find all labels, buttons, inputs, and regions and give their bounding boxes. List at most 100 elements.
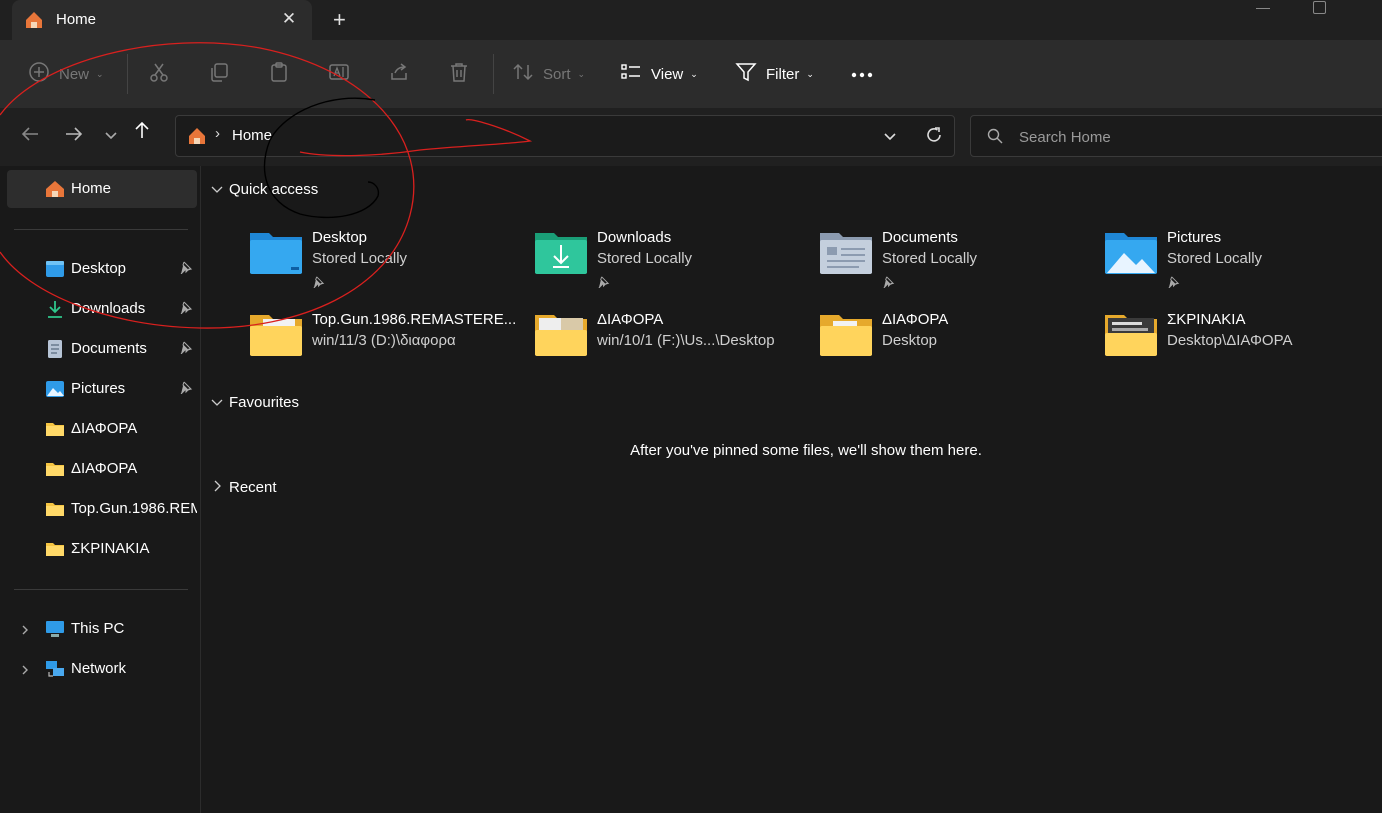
sidebar-item-pictures[interactable]: Pictures [7, 370, 197, 408]
content-pane: Quick access Desktop Stored Locally Down… [201, 166, 1382, 813]
filter-button-label: Filter [766, 65, 800, 83]
tile-skrinakia[interactable]: ΣΚΡΙΝΑΚΙΑ Desktop\ΔΙΑΦΟΡΑ [1104, 311, 1374, 383]
navigation-pane: Home Desktop Downloads Documents Picture… [0, 166, 201, 813]
quick-access-header[interactable]: Quick access [211, 181, 318, 198]
pin-icon[interactable] [179, 260, 193, 278]
maximize-button[interactable] [1313, 1, 1326, 14]
copy-button[interactable] [208, 40, 230, 108]
toolbar-divider [127, 54, 128, 94]
tile-location: Desktop [882, 332, 938, 349]
tile-location: Stored Locally [597, 250, 693, 267]
folder-icon [249, 313, 303, 361]
chevron-down-icon [211, 394, 223, 411]
chevron-down-icon[interactable] [883, 129, 897, 146]
folder-icon [45, 500, 65, 518]
desktop-icon [45, 260, 65, 278]
sidebar-item-this-pc[interactable]: This PC [7, 610, 197, 648]
title-bar: Home ✕ + [0, 0, 1382, 40]
breadcrumb-home[interactable]: Home [232, 127, 272, 144]
pictures-icon [45, 380, 65, 398]
sort-icon [512, 61, 534, 87]
refresh-icon[interactable] [924, 125, 944, 149]
tile-diafora-f[interactable]: ΔΙΑΦΟΡΑ win/10/1 (F:)\Us...\Desktop [534, 311, 804, 383]
folder-icon [45, 460, 65, 478]
new-tab-button[interactable]: + [333, 7, 346, 33]
up-arrow-icon[interactable] [132, 120, 152, 144]
sidebar-item-downloads[interactable]: Downloads [7, 290, 197, 328]
window-close-button[interactable] [1372, 2, 1382, 12]
sidebar-item-home[interactable]: Home [7, 170, 197, 208]
sidebar-item-top-gun[interactable]: Top.Gun.1986.REMASTERED [7, 490, 197, 528]
trash-icon [448, 61, 470, 87]
sort-button[interactable]: Sort ⌄ [512, 40, 585, 108]
share-button[interactable] [388, 40, 410, 108]
sidebar-item-desktop[interactable]: Desktop [7, 250, 197, 288]
tile-location: win/10/1 (F:)\Us...\Desktop [597, 332, 775, 349]
chevron-right-icon[interactable] [21, 663, 29, 680]
sidebar-item-skrinakia[interactable]: ΣΚΡΙΝΑΚΙΑ [7, 530, 197, 568]
plus-circle-icon [28, 61, 50, 87]
recent-header[interactable]: Recent [211, 479, 277, 496]
paste-button[interactable] [268, 40, 290, 108]
tile-location: win/11/3 (D:)\διαφορα [312, 332, 456, 349]
new-button[interactable]: New ⌄ [28, 40, 104, 108]
pin-icon [882, 275, 895, 292]
pin-icon [312, 275, 325, 292]
close-icon[interactable]: ✕ [278, 8, 300, 30]
tile-pictures[interactable]: Pictures Stored Locally [1104, 229, 1374, 301]
minimize-button[interactable] [1256, 8, 1270, 9]
tile-location: Stored Locally [312, 250, 408, 267]
tile-top-gun[interactable]: Top.Gun.1986.REMASTERE... win/11/3 (D:)\… [249, 311, 519, 383]
tile-location: Stored Locally [882, 250, 978, 267]
search-input[interactable] [1017, 125, 1361, 149]
network-icon [45, 660, 65, 678]
back-arrow-icon[interactable] [20, 124, 40, 148]
share-icon [388, 61, 410, 87]
filter-icon [735, 61, 757, 87]
folder-icon [534, 313, 588, 361]
recent-locations-chevron-icon[interactable] [104, 128, 118, 145]
tile-name: Pictures [1167, 229, 1222, 246]
tile-documents[interactable]: Documents Stored Locally [819, 229, 1089, 301]
chevron-right-icon[interactable] [21, 623, 29, 640]
favourites-header[interactable]: Favourites [211, 394, 299, 411]
chevron-right-icon [211, 479, 223, 496]
tile-name: ΔΙΑΦΟΡΑ [597, 311, 664, 328]
address-bar[interactable]: › Home [175, 115, 955, 157]
copy-icon [208, 61, 230, 87]
tab-home[interactable]: Home ✕ [12, 0, 312, 40]
sidebar-item-network[interactable]: Network [7, 650, 197, 688]
sidebar-item-label: Top.Gun.1986.REMASTERED [71, 500, 197, 517]
delete-button[interactable] [448, 40, 470, 108]
home-icon [24, 10, 44, 34]
filter-button[interactable]: Filter ⌄ [735, 40, 814, 108]
pin-icon[interactable] [179, 340, 193, 358]
chevron-down-icon [211, 181, 223, 198]
sidebar-item-documents[interactable]: Documents [7, 330, 197, 368]
tile-desktop[interactable]: Desktop Stored Locally [249, 229, 519, 301]
sidebar-item-label: ΔΙΑΦΟΡΑ [71, 460, 138, 477]
forward-arrow-icon[interactable] [64, 124, 84, 148]
documents-folder-icon [819, 231, 873, 279]
section-title: Favourites [229, 394, 300, 411]
folder-icon [819, 313, 873, 361]
tile-name: Downloads [597, 229, 672, 246]
sidebar-divider [14, 229, 188, 230]
pin-icon[interactable] [179, 380, 193, 398]
rename-button[interactable] [328, 40, 350, 108]
cut-button[interactable] [148, 40, 170, 108]
tile-name: ΣΚΡΙΝΑΚΙΑ [1167, 311, 1246, 328]
section-title: Recent [229, 479, 277, 496]
pin-icon[interactable] [179, 300, 193, 318]
tile-diafora-desktop[interactable]: ΔΙΑΦΟΡΑ Desktop [819, 311, 1089, 383]
pin-icon [597, 275, 610, 292]
computer-icon [45, 620, 65, 638]
tab-title: Home [56, 11, 97, 28]
see-more-button[interactable] [850, 40, 874, 108]
sidebar-item-diafora-1[interactable]: ΔΙΑΦΟΡΑ [7, 410, 197, 448]
sidebar-item-diafora-2[interactable]: ΔΙΑΦΟΡΑ [7, 450, 197, 488]
chevron-down-icon: ⌄ [806, 68, 814, 79]
view-button[interactable]: View ⌄ [620, 40, 698, 108]
tile-downloads[interactable]: Downloads Stored Locally [534, 229, 804, 301]
downloads-folder-icon [534, 231, 588, 279]
